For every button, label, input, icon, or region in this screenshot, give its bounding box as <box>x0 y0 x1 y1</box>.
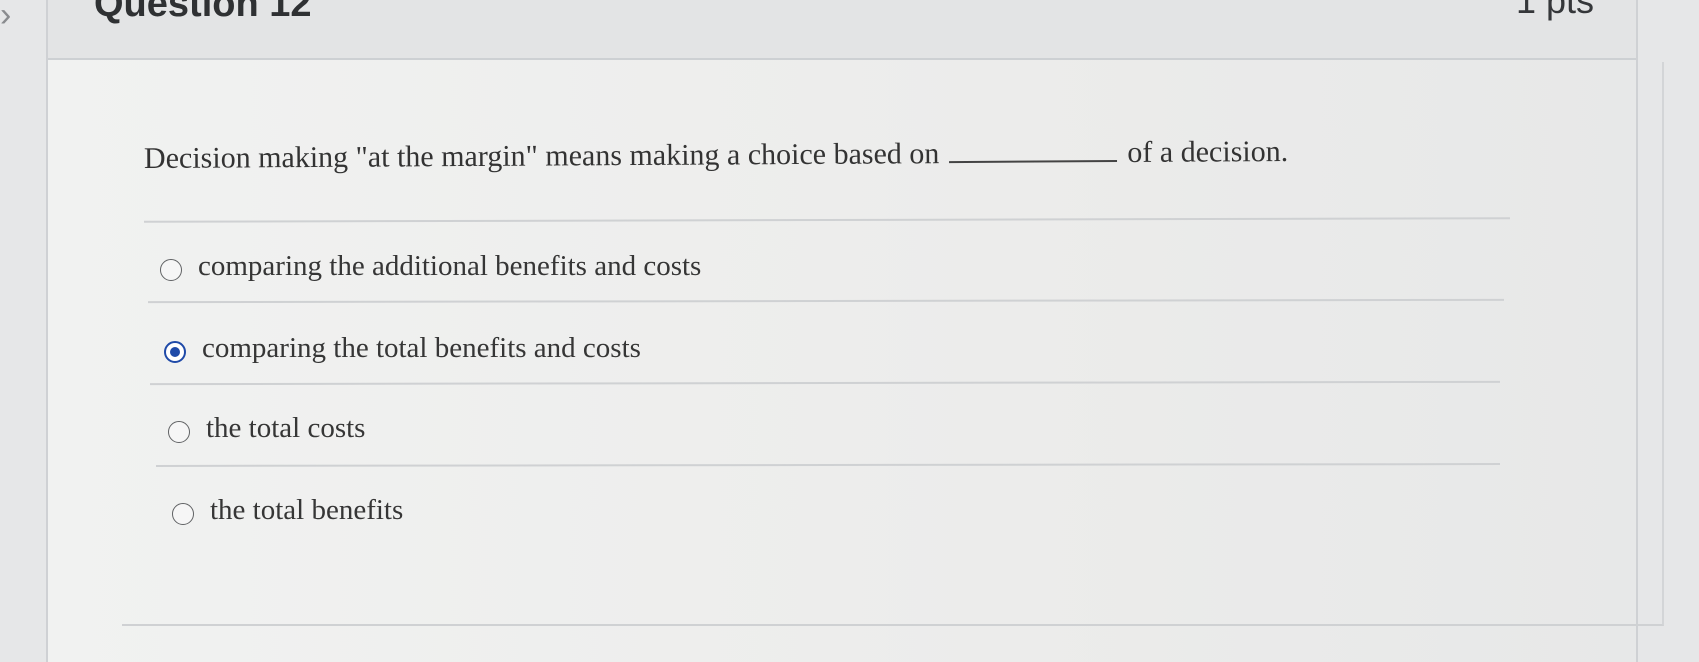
radio-unchecked-icon[interactable] <box>168 421 190 443</box>
prompt-text-before: Decision making "at the margin" means ma… <box>143 137 940 175</box>
prompt-text-after: of a decision. <box>1127 135 1289 169</box>
chevron-right-icon[interactable]: › <box>0 0 40 40</box>
answer-label[interactable]: comparing the additional benefits and co… <box>198 250 701 283</box>
radio-unchecked-icon[interactable] <box>172 503 194 525</box>
radio-selected-icon[interactable] <box>164 341 186 363</box>
question-prompt: Decision making "at the margin" means ma… <box>144 135 1288 176</box>
question-title: Question 12 <box>94 0 312 25</box>
answer-divider <box>147 298 1505 304</box>
answer-divider <box>149 380 1501 386</box>
answer-label[interactable]: the total benefits <box>210 494 403 527</box>
question-body: Decision making "at the margin" means ma… <box>122 62 1664 626</box>
radio-unchecked-icon[interactable] <box>160 259 182 281</box>
question-points: 1 pts <box>1515 0 1594 21</box>
answer-divider <box>155 463 1501 467</box>
prompt-divider <box>143 217 1511 223</box>
answer-label[interactable]: the total costs <box>206 412 365 445</box>
answer-label[interactable]: comparing the total benefits and costs <box>202 332 641 365</box>
fill-in-blank <box>949 137 1118 164</box>
quiz-question-panel: Question 12 1 pts Decision making "at th… <box>46 0 1664 662</box>
question-header: Question 12 1 pts <box>48 0 1636 60</box>
